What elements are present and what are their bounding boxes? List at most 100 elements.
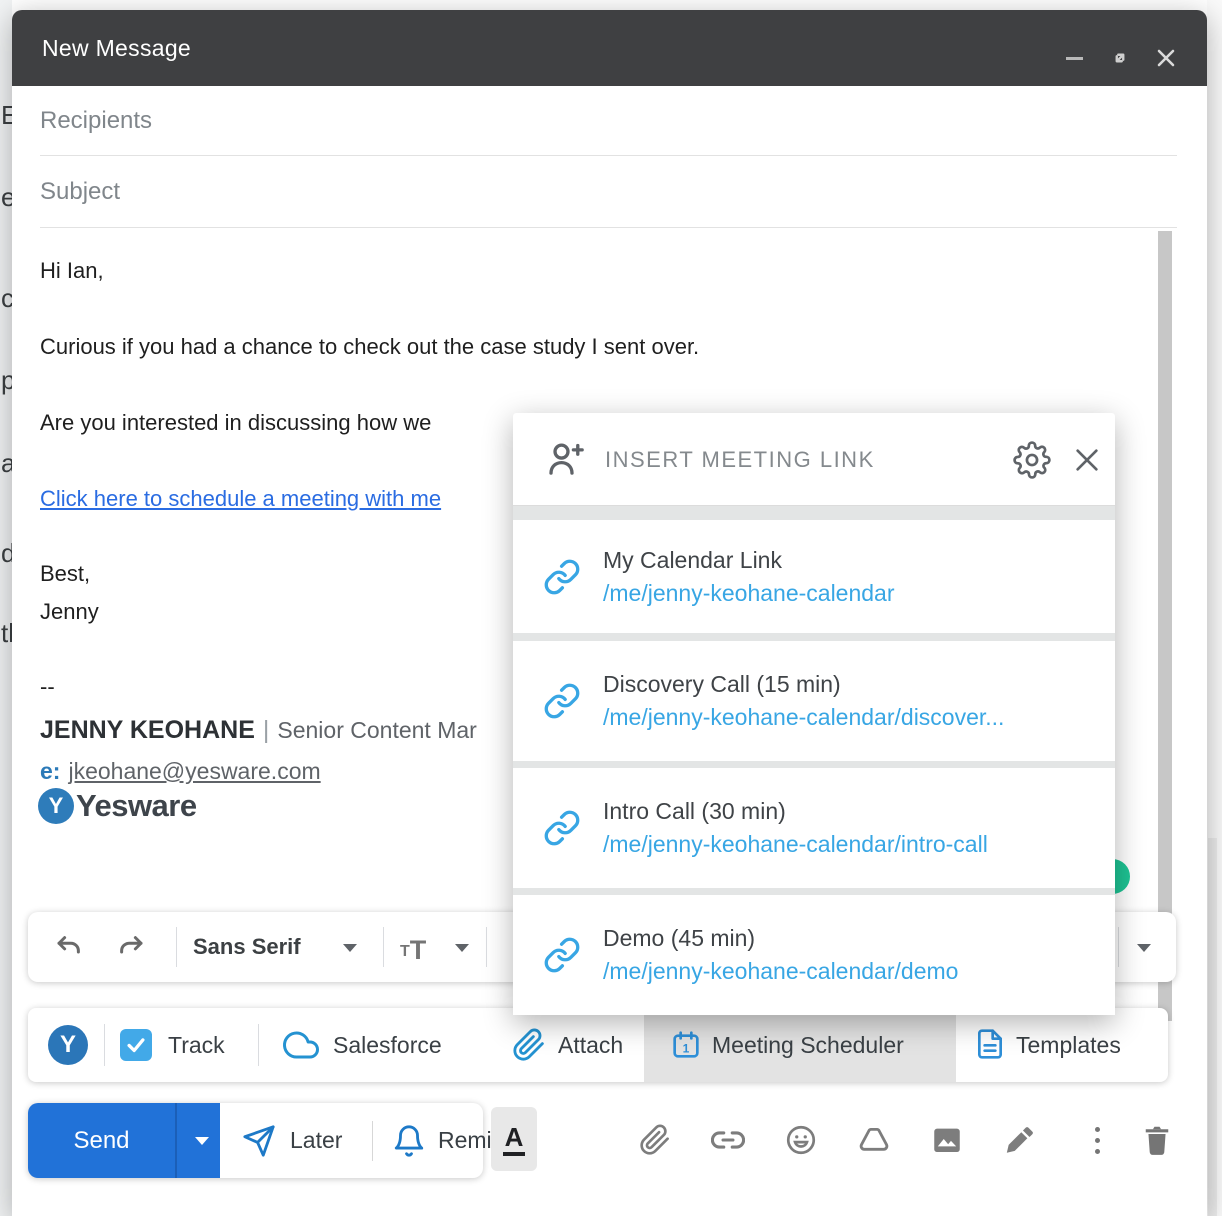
body-line[interactable]: Are you interested in discussing how we — [40, 410, 431, 436]
meeting-settings-button[interactable] — [1011, 439, 1053, 481]
toolbar-divider — [258, 1024, 259, 1066]
signature-name: JENNY KEOHANE — [40, 716, 255, 744]
text-color-glyph: A — [503, 1123, 526, 1156]
send-button[interactable]: Send — [28, 1103, 220, 1178]
svg-text:1: 1 — [683, 1041, 690, 1055]
insert-emoji-button[interactable] — [781, 1120, 821, 1160]
compose-titlebar: New Message — [12, 10, 1207, 86]
email-label: e: — [40, 758, 60, 784]
more-options-button[interactable] — [1086, 1120, 1108, 1160]
popup-header: INSERT MEETING LINK — [513, 413, 1115, 506]
expand-icon — [1107, 45, 1133, 71]
background-text-fragment: e — [1, 182, 12, 213]
track-checkbox-checked[interactable] — [120, 1029, 152, 1061]
more-formatting-caret[interactable] — [1132, 943, 1156, 953]
yesware-logo-icon: Y — [48, 1025, 88, 1065]
field-divider — [40, 227, 1177, 228]
cloud-icon — [281, 1027, 321, 1063]
discard-draft-button[interactable] — [1137, 1120, 1177, 1160]
image-icon — [930, 1123, 964, 1157]
paperclip-icon — [512, 1028, 546, 1062]
yesware-menu-button[interactable]: Y — [48, 1025, 88, 1065]
background-text-fragment: d — [1, 538, 12, 569]
body-line[interactable]: Curious if you had a chance to check out… — [40, 334, 699, 360]
popup-close-button[interactable] — [1069, 442, 1105, 478]
meeting-link-label: Intro Call (30 min) — [603, 795, 988, 828]
chain-link-icon — [543, 558, 581, 596]
undo-button[interactable] — [50, 929, 88, 965]
track-label: Track — [168, 1008, 225, 1082]
meeting-link-label: My Calendar Link — [603, 544, 895, 577]
meeting-link-item[interactable]: Demo (45 min) /me/jenny-keohane-calendar… — [513, 895, 1115, 1015]
toolbar-divider — [372, 1121, 373, 1161]
body-scrollbar[interactable] — [1158, 231, 1172, 1021]
signature-email-line: e: jkeohane@yesware.com — [40, 758, 321, 785]
background-text-fragment: c — [1, 283, 12, 314]
gear-icon — [1013, 441, 1051, 479]
person-add-icon — [543, 439, 587, 481]
toolbar-divider — [104, 1024, 105, 1066]
meeting-link-item[interactable]: Discovery Call (15 min) /me/jenny-keohan… — [513, 641, 1115, 761]
calendar-icon: 1 — [670, 1029, 702, 1061]
signature-pen-button[interactable] — [1000, 1120, 1040, 1160]
email-address-link[interactable]: jkeohane@yesware.com — [68, 758, 320, 784]
meeting-link-label: Discovery Call (15 min) — [603, 668, 1004, 701]
background-text-fragment: tl — [1, 618, 12, 649]
chain-link-icon — [543, 936, 581, 974]
pen-icon — [1003, 1123, 1037, 1157]
font-family-selector[interactable]: Sans Serif — [193, 912, 301, 982]
insert-link-button[interactable] — [708, 1120, 748, 1160]
text-color-button[interactable]: A — [491, 1107, 537, 1171]
small-t-glyph: T — [400, 943, 410, 961]
background-text-fragment: p — [1, 365, 12, 396]
yesware-signature-logo: Y Yesware — [38, 788, 197, 824]
meeting-link-item[interactable]: Intro Call (30 min) /me/jenny-keohane-ca… — [513, 768, 1115, 888]
chain-link-icon — [543, 682, 581, 720]
dots-vertical-icon — [1095, 1127, 1100, 1132]
meeting-link-item[interactable]: My Calendar Link /me/jenny-keohane-calen… — [513, 520, 1115, 633]
later-label: Later — [290, 1103, 342, 1178]
toolbar-divider — [486, 927, 487, 967]
emoji-icon — [784, 1123, 818, 1157]
attach-file-button[interactable] — [635, 1120, 675, 1160]
font-size-button[interactable]: TT — [400, 912, 426, 982]
subject-field[interactable]: Subject — [12, 156, 1207, 228]
insert-from-drive-button[interactable] — [854, 1120, 894, 1160]
chevron-down-icon — [195, 1137, 209, 1145]
recipients-field[interactable]: Recipients — [12, 86, 1207, 156]
body-closing[interactable]: Best, — [40, 561, 90, 587]
yesware-logo-icon: Y — [38, 788, 74, 824]
background-text-fragment: E — [1, 100, 12, 131]
meeting-link-url: /me/jenny-keohane-calendar — [603, 577, 895, 610]
font-size-caret[interactable] — [452, 943, 472, 953]
insert-photo-button[interactable] — [927, 1120, 967, 1160]
paperclip-icon — [639, 1124, 671, 1156]
bell-icon — [392, 1124, 426, 1158]
schedule-meeting-link[interactable]: Click here to schedule a meeting with me — [40, 486, 441, 511]
meeting-link-url: /me/jenny-keohane-calendar/discover... — [603, 701, 1004, 734]
close-icon — [1154, 46, 1178, 70]
minimize-button[interactable] — [1054, 38, 1094, 78]
minimize-icon — [1066, 57, 1083, 60]
background-scrollbar — [1208, 838, 1217, 1216]
signature-name-line: JENNY KEOHANE|Senior Content Mar — [40, 716, 477, 745]
meeting-scheduler-label: Meeting Scheduler — [712, 1008, 904, 1082]
send-split-divider — [175, 1103, 177, 1178]
signature-divider: -- — [40, 674, 55, 700]
background-page-left-edge: E e c p a d tl — [0, 0, 12, 1216]
send-options-caret[interactable] — [184, 1137, 220, 1145]
undo-icon — [54, 932, 84, 962]
close-compose-button[interactable] — [1146, 38, 1186, 78]
meeting-link-label: Demo (45 min) — [603, 922, 958, 955]
font-family-caret[interactable] — [340, 943, 360, 953]
toolbar-divider — [176, 927, 177, 967]
expand-button[interactable] — [1100, 38, 1140, 78]
chevron-down-icon — [343, 944, 357, 952]
body-greeting[interactable]: Hi Ian, — [40, 258, 104, 284]
redo-button[interactable] — [112, 929, 150, 965]
insert-meeting-link-popup: INSERT MEETING LINK My Calendar Link /me… — [513, 413, 1115, 1015]
body-closing[interactable]: Jenny — [40, 599, 99, 625]
send-label: Send — [28, 1103, 175, 1178]
background-text-fragment: a — [1, 448, 12, 479]
drive-icon — [857, 1123, 891, 1157]
